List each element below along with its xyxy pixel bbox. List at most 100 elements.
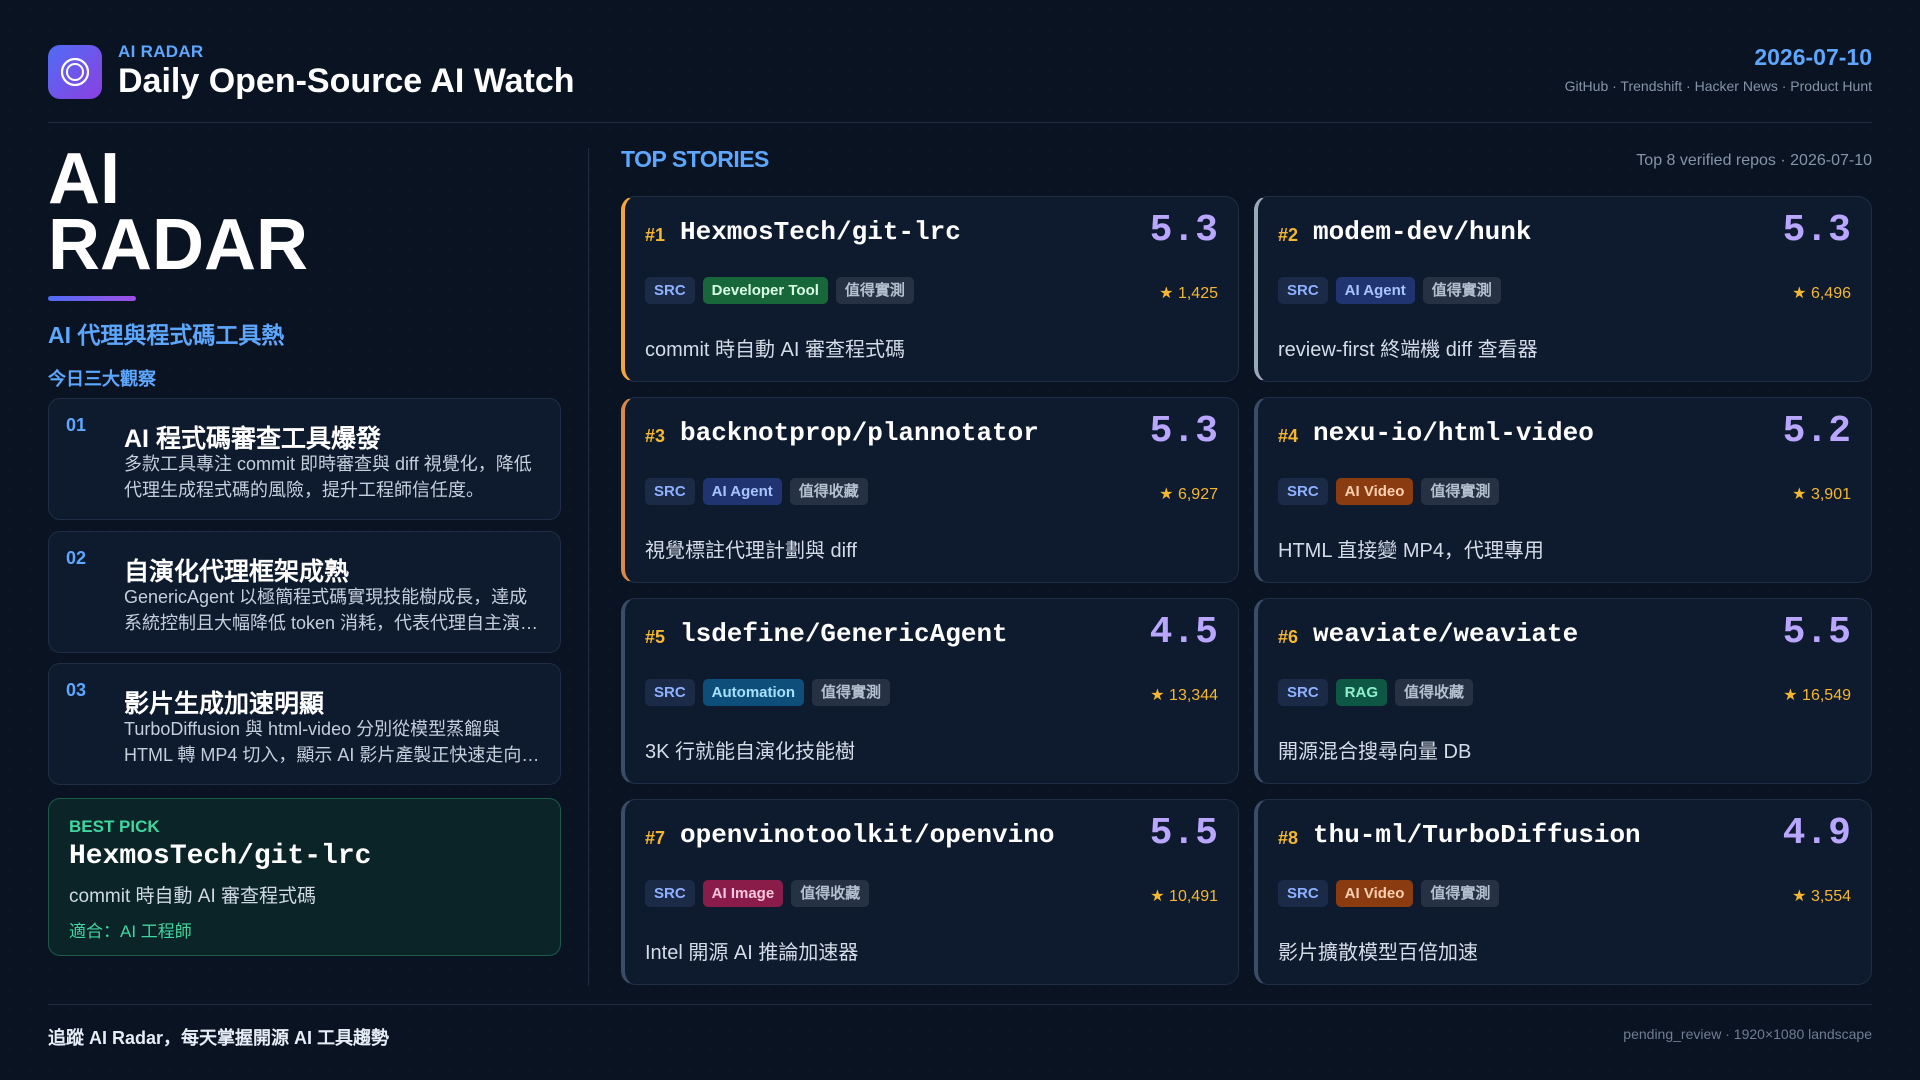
best-pick-repo: HexmosTech/git-lrc [69, 841, 372, 872]
tag-category: AI Video [1335, 880, 1414, 907]
best-pick-description: commit 時自動 AI 審查程式碼 [69, 886, 317, 907]
story-description: review-first 終端機 diff 查看器 [1278, 339, 1538, 361]
radar-circle-icon [48, 45, 102, 99]
insight-title: 自演化代理框架成熟 [124, 558, 350, 586]
story-card[interactable]: #2 modem-dev/hunk 5.3 SRC AI Agent 值得實測 … [1254, 196, 1872, 382]
header-divider [48, 122, 1872, 123]
story-tags: SRC AI Agent 值得收藏 [645, 478, 868, 505]
page-header: AI RADAR Daily Open-Source AI Watch 2026… [48, 40, 1872, 124]
tag-source: SRC [1278, 679, 1328, 706]
story-tags: SRC AI Video 值得實測 [1278, 880, 1500, 907]
hero-title-line1: AI [48, 139, 120, 219]
story-rank: #2 [1278, 225, 1299, 245]
story-repo[interactable]: backnotprop/plannotator [680, 418, 1039, 448]
insight-card: 02 自演化代理框架成熟 GenericAgent 以極簡程式碼實現技能樹成長，… [48, 531, 561, 653]
insight-number: 02 [66, 548, 87, 568]
tag-category: AI Video [1335, 478, 1414, 505]
story-repo[interactable]: weaviate/weaviate [1313, 619, 1578, 649]
story-score: 5.3 [1149, 410, 1218, 453]
tag-category: Developer Tool [702, 277, 828, 304]
story-score: 5.3 [1782, 209, 1851, 252]
story-repo[interactable]: nexu-io/html-video [1313, 418, 1594, 448]
insight-description: GenericAgent 以極簡程式碼實現技能樹成長，達成系統控制且大幅降低 t… [124, 587, 539, 633]
story-rank: #3 [645, 426, 666, 446]
story-card[interactable]: #5 lsdefine/GenericAgent 4.5 SRC Automat… [621, 598, 1239, 784]
story-description: Intel 開源 AI 推論加速器 [645, 942, 859, 964]
accent-bar [48, 296, 136, 301]
tag-category: Automation [702, 679, 804, 706]
story-stars: ★ 16,549 [1783, 687, 1851, 704]
insight-card: 01 AI 程式碼審查工具爆發 多款工具專注 commit 即時審查與 diff… [48, 398, 561, 520]
insights-heading: 今日三大觀察 [48, 369, 156, 389]
footer-divider [48, 1004, 1872, 1005]
insight-title: 影片生成加速明顯 [124, 690, 325, 718]
story-repo[interactable]: thu-ml/TurboDiffusion [1313, 820, 1641, 850]
tag-category: RAG [1335, 679, 1388, 706]
tag-verdict: 值得收藏 [791, 880, 870, 907]
insight-description: TurboDiffusion 與 html-video 分別從模型蒸餾與 HTM… [124, 719, 540, 765]
tag-verdict: 值得實測 [1421, 880, 1500, 907]
story-description: 影片擴散模型百倍加速 [1278, 942, 1478, 964]
tag-verdict: 值得實測 [1421, 478, 1500, 505]
story-description: 視覺標註代理計劃與 diff [645, 540, 857, 562]
tag-verdict: 值得收藏 [789, 478, 868, 505]
story-repo[interactable]: HexmosTech/git-lrc [680, 217, 961, 247]
story-description: commit 時自動 AI 審查程式碼 [645, 339, 906, 361]
insight-card: 03 影片生成加速明顯 TurboDiffusion 與 html-video … [48, 663, 561, 785]
tag-source: SRC [1278, 277, 1328, 304]
hero-title: AI RADAR [48, 139, 308, 285]
story-score: 5.5 [1782, 611, 1851, 654]
best-pick-audience: 適合：AI 工程師 [69, 922, 192, 941]
story-rank: #7 [645, 828, 666, 848]
story-repo[interactable]: modem-dev/hunk [1313, 217, 1531, 247]
brand-label: AI RADAR [118, 42, 204, 61]
radar-circle-icon-svg [60, 57, 90, 87]
story-tags: SRC AI Image 值得收藏 [645, 880, 870, 907]
story-rank: #8 [1278, 828, 1299, 848]
footer-status: pending_review · 1920×1080 landscape [1623, 1026, 1872, 1042]
top-stories-meta: Top 8 verified repos · 2026-07-10 [1636, 152, 1872, 169]
best-pick-label: BEST PICK [69, 817, 160, 836]
best-pick-card[interactable]: BEST PICK HexmosTech/git-lrc commit 時自動 … [48, 798, 561, 956]
top-stories-heading: TOP STORIES [621, 146, 769, 172]
story-rank: #6 [1278, 627, 1299, 647]
insight-title: AI 程式碼審查工具爆發 [124, 425, 381, 453]
tag-source: SRC [645, 880, 695, 907]
story-repo[interactable]: lsdefine/GenericAgent [680, 619, 1008, 649]
tag-category: AI Image [702, 880, 784, 907]
story-card[interactable]: #3 backnotprop/plannotator 5.3 SRC AI Ag… [621, 397, 1239, 583]
tag-source: SRC [1278, 478, 1328, 505]
story-description: 開源混合搜尋向量 DB [1278, 741, 1472, 763]
story-card[interactable]: #8 thu-ml/TurboDiffusion 4.9 SRC AI Vide… [1254, 799, 1872, 985]
story-card[interactable]: #4 nexu-io/html-video 5.2 SRC AI Video 值… [1254, 397, 1872, 583]
story-card[interactable]: #6 weaviate/weaviate 5.5 SRC RAG 值得收藏 ★ … [1254, 598, 1872, 784]
story-score: 4.9 [1782, 812, 1851, 855]
story-tags: SRC AI Agent 值得實測 [1278, 277, 1501, 304]
story-tags: SRC Automation 值得實測 [645, 679, 891, 706]
tag-verdict: 值得實測 [812, 679, 891, 706]
insight-number: 03 [66, 680, 87, 700]
story-repo[interactable]: openvinotoolkit/openvino [680, 820, 1054, 850]
tag-source: SRC [645, 277, 695, 304]
page-title: Daily Open-Source AI Watch [118, 62, 575, 100]
story-description: HTML 直接變 MP4，代理專用 [1278, 540, 1544, 562]
story-score: 4.5 [1149, 611, 1218, 654]
tag-source: SRC [645, 478, 695, 505]
insight-description: 多款工具專注 commit 即時審查與 diff 視覺化，降低代理生成程式碼的風… [124, 454, 532, 500]
story-tags: SRC AI Video 值得實測 [1278, 478, 1500, 505]
story-card[interactable]: #1 HexmosTech/git-lrc 5.3 SRC Developer … [621, 196, 1239, 382]
story-card[interactable]: #7 openvinotoolkit/openvino 5.5 SRC AI I… [621, 799, 1239, 985]
story-rank: #5 [645, 627, 666, 647]
tag-category: AI Agent [702, 478, 782, 505]
tag-verdict: 值得實測 [835, 277, 914, 304]
insight-number: 01 [66, 415, 87, 435]
report-date: 2026-07-10 [1754, 44, 1872, 70]
column-divider [588, 148, 589, 986]
footer-tagline: 追蹤 AI Radar，每天掌握開源 AI 工具趨勢 [48, 1028, 390, 1048]
story-stars: ★ 1,425 [1159, 285, 1218, 302]
tag-verdict: 值得收藏 [1395, 679, 1474, 706]
hero-title-line2: RADAR [48, 205, 308, 285]
tag-source: SRC [1278, 880, 1328, 907]
story-rank: #4 [1278, 426, 1299, 446]
story-stars: ★ 13,344 [1150, 687, 1218, 704]
